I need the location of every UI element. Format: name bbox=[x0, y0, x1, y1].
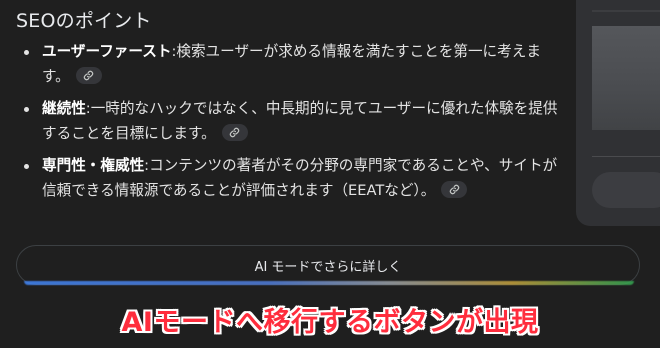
bullet-dot bbox=[24, 107, 29, 112]
side-panel-thumbnail[interactable] bbox=[592, 26, 660, 130]
list-item: 専門性・権威性:コンテンツの著者がその分野の専門家であることや、サイトが信頼でき… bbox=[20, 154, 560, 203]
key-points-list: ユーザーファースト:検索ユーザーが求める情報を満たすことを第一に考えます。 継続… bbox=[20, 40, 560, 203]
section-heading: SEOのポイント bbox=[16, 10, 152, 32]
source-link-button[interactable] bbox=[75, 67, 102, 84]
annotation-caption: AIモードへ移行するボタンが出現 bbox=[121, 307, 539, 338]
bullet-dot bbox=[24, 164, 29, 169]
link-icon bbox=[229, 127, 240, 138]
side-panel-pill-button[interactable] bbox=[592, 172, 660, 208]
link-icon bbox=[449, 184, 460, 195]
bullet-text: :一時的なハックではなく、中長期的に見てユーザーに優れた体験を提供することを目標… bbox=[42, 100, 558, 142]
list-item: ユーザーファースト:検索ユーザーが求める情報を満たすことを第一に考えます。 bbox=[20, 40, 560, 89]
bullet-term: ユーザーファースト bbox=[42, 43, 172, 60]
side-panel-divider bbox=[592, 10, 660, 12]
list-item: 継続性:一時的なハックではなく、中長期的に見てユーザーに優れた体験を提供すること… bbox=[20, 97, 560, 146]
source-link-button[interactable] bbox=[441, 181, 468, 198]
side-panel-divider bbox=[592, 156, 660, 157]
bullet-dot bbox=[24, 50, 29, 55]
link-icon bbox=[84, 70, 94, 81]
ai-mode-button[interactable]: AI モードでさらに詳しく bbox=[16, 245, 640, 285]
bullet-term: 継続性 bbox=[42, 100, 86, 117]
ai-mode-button-gradient-edge bbox=[24, 281, 634, 285]
bullet-term: 専門性・権威性 bbox=[42, 157, 145, 174]
ai-mode-button-label: AI モードでさらに詳しく bbox=[254, 259, 402, 275]
source-link-button[interactable] bbox=[221, 124, 248, 141]
